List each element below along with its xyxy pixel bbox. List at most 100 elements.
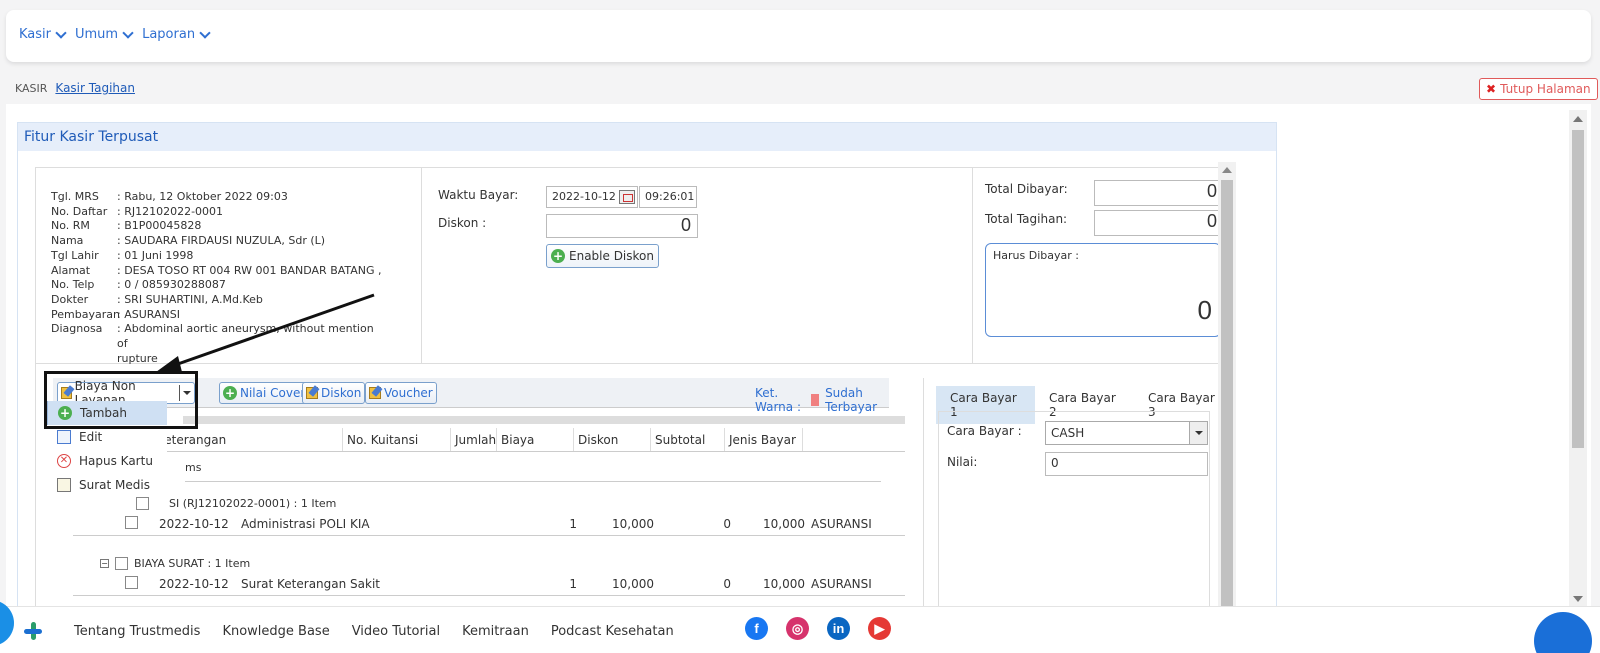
scroll-up-icon[interactable]: [1222, 167, 1232, 173]
collapse-icon[interactable]: −: [100, 559, 109, 568]
trustmedis-logo-icon: [24, 622, 42, 640]
enable-diskon-button[interactable]: + Enable Diskon: [546, 244, 659, 268]
caret-down-icon[interactable]: [183, 391, 191, 395]
menu-kasir[interactable]: Kasir: [19, 26, 67, 42]
group-total-label: ms: [185, 461, 202, 474]
nilai-cover-button[interactable]: + Nilai Cover: [219, 382, 310, 404]
edit-icon: [57, 430, 71, 444]
harus-dibayar-box: Harus Dibayar : 0: [985, 243, 1221, 337]
voucher-button[interactable]: Voucher: [365, 382, 437, 404]
col-keterangan[interactable]: Keterangan: [153, 428, 343, 451]
time-input[interactable]: 09:26:01: [639, 186, 697, 208]
hapus-kartu-label: Hapus Kartu: [79, 454, 153, 468]
group-row-surat[interactable]: − BIAYA SURAT : 1 Item: [100, 557, 250, 570]
harus-dibayar-value: 0: [1197, 295, 1212, 325]
table-row[interactable]: 2022-10-12 Administrasi POLI KIA 1 10,00…: [73, 512, 905, 536]
cara-bayar-value: CASH: [1051, 426, 1085, 440]
col-biaya[interactable]: Biaya: [497, 428, 574, 451]
cell-subtotal: 10,000: [763, 576, 805, 591]
scroll-up-icon[interactable]: [1573, 116, 1583, 122]
chevron-down-icon[interactable]: [1189, 422, 1207, 444]
edit-note-icon: [306, 387, 318, 399]
cell-subtotal: 10,000: [763, 516, 805, 531]
enable-diskon-label: Enable Diskon: [569, 249, 654, 263]
scroll-thumb[interactable]: [1221, 180, 1233, 608]
panel-title: Fitur Kasir Terpusat: [18, 123, 1276, 151]
footer-link-podcast[interactable]: Podcast Kesehatan: [551, 624, 674, 639]
cell-diskon: 0: [723, 576, 731, 591]
row-checkbox[interactable]: [125, 515, 138, 529]
group-checkbox[interactable]: [136, 497, 149, 510]
scroll-down-icon[interactable]: [1573, 596, 1583, 602]
patient-info-row: Alamat: DESA TOSO RT 004 RW 001 BANDAR B…: [51, 264, 387, 279]
menu-laporan[interactable]: Laporan: [142, 26, 211, 42]
footer-link-knowledge-base[interactable]: Knowledge Base: [222, 624, 329, 639]
group-admin-label: SI (RJ12102022-0001) : 1 Item: [169, 497, 337, 510]
nilai-input[interactable]: 0: [1045, 452, 1208, 476]
patient-info-label: Alamat: [51, 263, 91, 277]
footer-link-video-tutorial[interactable]: Video Tutorial: [352, 624, 440, 639]
close-icon: ✖: [1486, 82, 1497, 96]
tambah-label: Tambah: [80, 406, 127, 420]
patient-info-label: Tgl Lahir: [51, 248, 99, 262]
cara-bayar-select[interactable]: CASH: [1045, 421, 1208, 445]
patient-info-label: No. RM: [51, 219, 90, 233]
patient-info-value: : SAUDARA FIRDAUSI NUZULA, Sdr (L): [117, 234, 326, 248]
menu-item-tambah[interactable]: + Tambah: [47, 401, 167, 425]
group-surat-label: BIAYA SURAT : 1 Item: [134, 557, 251, 570]
diskon-input[interactable]: 0: [546, 214, 698, 238]
facebook-icon[interactable]: f: [745, 617, 768, 640]
diskon-button[interactable]: Diskon: [302, 382, 366, 404]
edit-label: Edit: [79, 430, 103, 444]
cell-jumlah: 1: [569, 576, 577, 591]
linkedin-icon[interactable]: in: [827, 617, 850, 640]
chevron-down-icon: [55, 26, 67, 39]
waktu-bayar-label: Waktu Bayar:: [438, 188, 519, 202]
breadcrumb-current[interactable]: Kasir Tagihan: [55, 81, 135, 95]
page-scrollbar[interactable]: [1569, 110, 1587, 608]
plus-circle-icon: +: [223, 386, 237, 400]
cell-keterangan: Administrasi POLI KIA: [241, 516, 370, 531]
col-no-kuitansi[interactable]: No. Kuitansi: [343, 428, 451, 451]
chevron-down-icon: [122, 26, 134, 39]
col-jenis-bayar[interactable]: Jenis Bayar: [725, 428, 803, 451]
cell-biaya: 10,000: [612, 576, 654, 591]
harus-dibayar-label: Harus Dibayar :: [993, 249, 1079, 262]
breadcrumb: KASIR Kasir Tagihan: [15, 81, 135, 95]
menu-item-hapus-kartu[interactable]: ✕ Hapus Kartu: [47, 449, 167, 473]
row-checkbox[interactable]: [125, 575, 138, 589]
scroll-thumb[interactable]: [1572, 130, 1584, 448]
cell-tanggal: 2022-10-12: [159, 516, 229, 531]
patient-info-label: Pembayaran: [51, 307, 120, 321]
patient-info-value: : 01 Juni 1998: [117, 248, 194, 262]
table-row[interactable]: 2022-10-12 Surat Keterangan Sakit 1 10,0…: [73, 572, 905, 596]
kasir-panel: Fitur Kasir Terpusat Tgl. MRS: Rabu, 12 …: [17, 122, 1277, 614]
instagram-icon[interactable]: ◎: [786, 617, 809, 640]
menu-item-edit[interactable]: Edit: [47, 425, 167, 449]
youtube-icon[interactable]: ▶: [868, 617, 891, 640]
patient-info-row: Dokter: SRI SUHARTINI, A.Md.Keb: [51, 293, 387, 308]
total-tagihan-field: 0: [1094, 210, 1224, 236]
menu-item-surat-medis[interactable]: Surat Medis: [47, 473, 167, 497]
close-page-button[interactable]: ✖ Tutup Halaman: [1479, 78, 1598, 100]
form-scrollbar[interactable]: [1218, 162, 1236, 608]
menu-umum[interactable]: Umum: [75, 26, 134, 42]
breadcrumb-root: KASIR: [15, 82, 48, 95]
calendar-icon[interactable]: [619, 190, 635, 204]
footer: Tentang Trustmedis Knowledge Base Video …: [0, 606, 1600, 653]
col-jumlah[interactable]: Jumlah: [451, 428, 497, 451]
document-icon: [57, 478, 71, 492]
col-diskon[interactable]: Diskon: [574, 428, 651, 451]
plus-circle-icon: +: [58, 406, 72, 420]
edit-note-icon: [369, 387, 381, 399]
patient-info: Tgl. MRS: Rabu, 12 Oktober 2022 09:03 No.…: [51, 190, 387, 366]
footer-link-tentang[interactable]: Tentang Trustmedis: [74, 624, 200, 639]
menu-laporan-label: Laporan: [142, 27, 196, 42]
group-checkbox[interactable]: [115, 557, 128, 570]
patient-info-label: [51, 352, 117, 367]
group-row-admin[interactable]: SI (RJ12102022-0001) : 1 Item: [136, 497, 336, 510]
grid-top-bar: [183, 416, 905, 424]
footer-link-kemitraan[interactable]: Kemitraan: [462, 624, 529, 639]
payment-section: Waktu Bayar: 2022-10-12 09:26:01 Diskon …: [422, 168, 973, 364]
col-subtotal[interactable]: Subtotal: [651, 428, 725, 451]
